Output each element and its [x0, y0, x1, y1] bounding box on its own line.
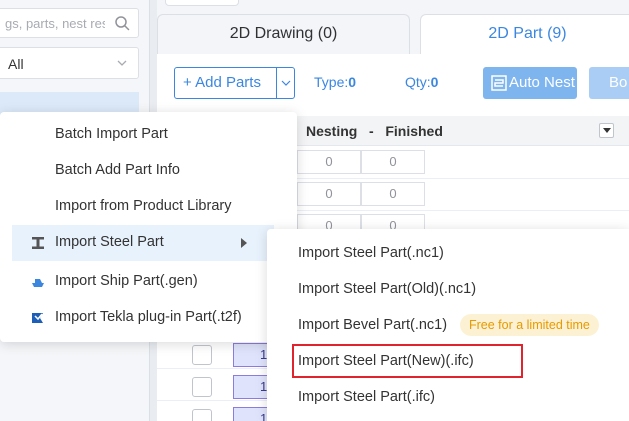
menu-item-label: Batch Import Part: [55, 126, 168, 142]
free-limited-time-badge: Free for a limited time: [460, 314, 599, 336]
chevron-down-icon: [117, 60, 127, 66]
nesting-cell[interactable]: 0: [297, 182, 361, 206]
qty-value: 0: [430, 74, 439, 90]
search-icon[interactable]: [114, 15, 130, 31]
nesting-cell[interactable]: 0: [297, 150, 361, 174]
tab-2d-drawing[interactable]: 2D Drawing (0): [157, 14, 410, 54]
menu-item-import-ship-part[interactable]: Import Ship Part(.gen): [0, 264, 297, 300]
ship-icon: [32, 279, 44, 287]
search-input[interactable]: gs, parts, nest resu: [0, 8, 139, 38]
type-value: 0: [348, 74, 357, 90]
caret-right-icon: [241, 238, 247, 248]
filter-select-value: All: [8, 56, 24, 72]
qty-stat: Qty:0: [405, 74, 438, 90]
next-toolbar-button-label: Bo: [609, 74, 628, 91]
column-header-nesting-finished: Nesting - Finished: [306, 123, 443, 139]
column-settings-dropdown[interactable]: [599, 123, 614, 138]
menu-item-label: Batch Add Part Info: [55, 162, 180, 178]
add-parts-label: + Add Parts: [183, 74, 261, 91]
menu-item-label: Import Steel Part: [55, 234, 164, 250]
finished-cell[interactable]: 0: [361, 182, 425, 206]
menu-item-label: Import Ship Part(.gen): [55, 273, 198, 289]
type-stat: Type:0: [314, 74, 356, 90]
menu-item-label: Import from Product Library: [55, 198, 232, 214]
auto-nest-button[interactable]: Auto Nest: [483, 67, 577, 99]
add-parts-menu: Batch Import Part Batch Add Part Info Im…: [0, 112, 297, 342]
highlight-box: [292, 344, 523, 378]
chevron-down-icon[interactable]: [281, 78, 291, 88]
menu-item-import-steel-part[interactable]: Import Steel Part: [12, 225, 274, 261]
menu-item-label: Import Tekla plug-in Part(.t2f): [55, 309, 242, 325]
submenu-item-import-bevel-part-nc1[interactable]: Import Bevel Part(.nc1) Free for a limit…: [267, 308, 629, 344]
filter-select[interactable]: All: [0, 47, 139, 79]
auto-nest-icon: [491, 75, 507, 91]
menu-item-import-from-product-library[interactable]: Import from Product Library: [0, 189, 297, 225]
finished-cell[interactable]: 0: [361, 150, 425, 174]
row-checkbox[interactable]: [192, 409, 212, 421]
row-checkbox[interactable]: [192, 345, 212, 365]
menu-item-import-tekla-part[interactable]: Import Tekla plug-in Part(.t2f): [0, 300, 297, 336]
tab-2d-part[interactable]: 2D Part (9): [420, 14, 629, 54]
steel-beam-icon: [32, 237, 44, 249]
search-placeholder: gs, parts, nest resu: [5, 16, 105, 31]
submenu-item-label: Import Bevel Part(.nc1): [298, 317, 448, 333]
caret-down-icon: [603, 128, 611, 133]
submenu-item-label: Import Steel Part(.ifc): [298, 389, 435, 405]
top-tab-stub[interactable]: [165, 0, 239, 6]
menu-item-batch-add-part-info[interactable]: Batch Add Part Info: [0, 153, 297, 189]
submenu-item-label: Import Steel Part(.nc1): [298, 245, 444, 261]
import-steel-part-submenu: Import Steel Part(.nc1) Import Steel Par…: [267, 229, 629, 421]
next-toolbar-button[interactable]: Bo: [589, 67, 629, 99]
tekla-icon: [32, 313, 43, 323]
auto-nest-label: Auto Nest: [509, 74, 575, 91]
add-parts-divider: [276, 68, 277, 98]
row-checkbox[interactable]: [192, 377, 212, 397]
submenu-item-import-steel-part-ifc[interactable]: Import Steel Part(.ifc): [267, 380, 629, 416]
menu-item-batch-import-part[interactable]: Batch Import Part: [0, 117, 297, 153]
type-label: Type:: [314, 74, 349, 90]
submenu-item-label: Import Steel Part(Old)(.nc1): [298, 281, 477, 297]
qty-label: Qty:: [405, 74, 431, 90]
add-parts-button[interactable]: + Add Parts: [174, 67, 295, 99]
submenu-item-import-steel-part-old-nc1[interactable]: Import Steel Part(Old)(.nc1): [267, 272, 629, 308]
submenu-item-import-steel-part-nc1[interactable]: Import Steel Part(.nc1): [267, 236, 629, 272]
